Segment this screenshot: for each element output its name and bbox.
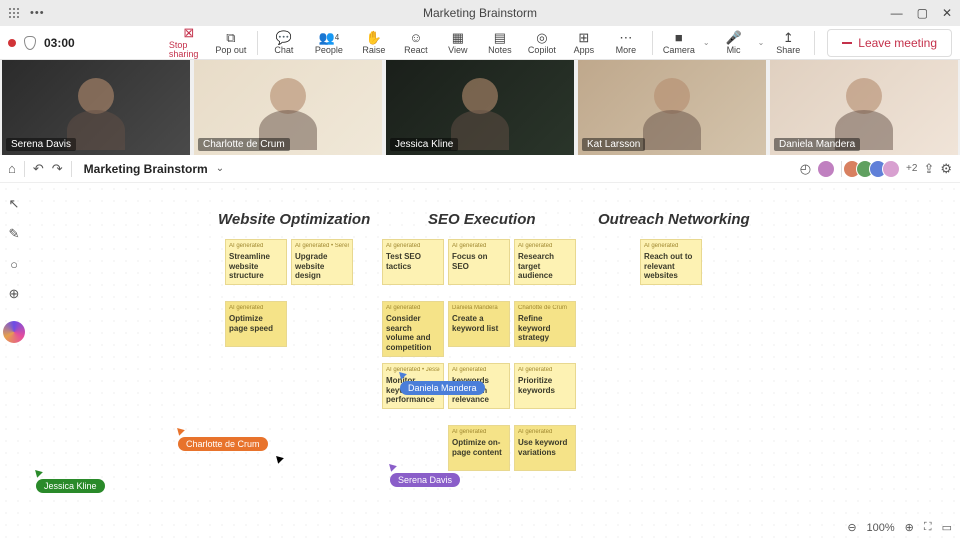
comment-tool[interactable]: ○ [3, 253, 25, 275]
title-chevron-icon[interactable]: ⌄ [216, 163, 224, 174]
sticky-note[interactable]: AI generatedOptimize page speed [225, 301, 287, 347]
avatar[interactable] [882, 160, 900, 178]
avatar-overflow[interactable]: +2 [906, 163, 917, 174]
column-header: Outreach Networking [598, 211, 750, 228]
record-icon [8, 39, 16, 47]
video-tile[interactable]: Jessica Kline [386, 60, 574, 155]
share-whiteboard-icon[interactable]: ⇪ [923, 161, 934, 177]
raise-hand-button[interactable]: ✋Raise [354, 26, 394, 60]
minimize-icon[interactable]: — [891, 6, 903, 20]
sticky-note[interactable]: AI generatedUse keyword variations [514, 425, 576, 471]
video-tile[interactable]: Daniela Mandera [770, 60, 958, 155]
apps-button[interactable]: ⊞Apps [564, 26, 604, 60]
undo-icon[interactable]: ↶ [33, 161, 44, 177]
sticky-note[interactable]: Daniela ManderaCreate a keyword list [448, 301, 510, 347]
notes-button[interactable]: ▤Notes [480, 26, 520, 60]
close-icon[interactable]: ✕ [942, 6, 952, 20]
pointer-tool[interactable]: ↖ [3, 193, 25, 215]
timer-icon[interactable]: ◴ [800, 161, 811, 177]
column-header: Website Optimization [218, 211, 370, 228]
copilot-button[interactable]: ◎Copilot [522, 26, 562, 60]
more-button[interactable]: ⋯More [606, 26, 646, 60]
window-title: Marketing Brainstorm [423, 6, 537, 20]
camera-button[interactable]: ■Camera [659, 26, 699, 60]
collaborator-cursor: Serena Davis [390, 463, 460, 487]
share-button[interactable]: ↥Share [768, 26, 808, 60]
fullscreen-icon[interactable]: ▭ [942, 521, 952, 534]
mic-chevron-icon[interactable]: ⌄ [756, 38, 767, 47]
video-tile[interactable]: Charlotte de Crum [194, 60, 382, 155]
sticky-note[interactable]: AI generatedResearch target audience [514, 239, 576, 285]
sticky-note[interactable]: AI generatedConsider search volume and c… [382, 301, 444, 357]
participant-name: Serena Davis [6, 138, 76, 151]
leave-meeting-button[interactable]: Leave meeting [827, 29, 952, 57]
pop-out-button[interactable]: ⧉Pop out [211, 26, 251, 60]
react-button[interactable]: ☺React [396, 26, 436, 60]
add-tool[interactable]: ⊕ [3, 283, 25, 305]
video-tile[interactable]: Serena Davis [2, 60, 190, 155]
sticky-note[interactable]: AI generatedFocus on SEO [448, 239, 510, 285]
view-button[interactable]: ▦View [438, 26, 478, 60]
column-header: SEO Execution [428, 211, 536, 228]
collaborator-cursor: Jessica Kline [36, 469, 105, 493]
settings-icon[interactable]: ⚙ [940, 161, 952, 177]
home-icon[interactable]: ⌂ [8, 161, 16, 176]
app-grid-icon[interactable] [8, 7, 20, 19]
whiteboard-title: Marketing Brainstorm [84, 162, 208, 176]
redo-icon[interactable]: ↷ [52, 161, 63, 177]
collaborator-cursor: Charlotte de Crum [178, 427, 268, 451]
maximize-icon[interactable]: ▢ [917, 6, 928, 20]
collaborator-cursor: Daniela Mandera [400, 371, 485, 395]
stop-sharing-button[interactable]: ⊠Stop sharing [169, 26, 209, 60]
avatar[interactable] [817, 160, 835, 178]
sticky-note[interactable]: AI generatedReach out to relevant websit… [640, 239, 702, 285]
zoom-in-icon[interactable]: ⊕ [905, 521, 914, 534]
mic-button[interactable]: 🎤Mic [714, 26, 754, 60]
participant-name: Daniela Mandera [774, 138, 860, 151]
sticky-note[interactable]: AI generatedPrioritize keywords [514, 363, 576, 409]
pen-tool[interactable]: ✎ [3, 223, 25, 245]
sticky-note[interactable]: Charlotte de CrumRefine keyword strategy [514, 301, 576, 347]
participant-name: Kat Larsson [582, 138, 645, 151]
people-button[interactable]: 👥4People [306, 26, 352, 60]
sticky-note[interactable]: AI generatedStreamline website structure [225, 239, 287, 285]
camera-chevron-icon[interactable]: ⌄ [701, 38, 712, 47]
chat-button[interactable]: 💬Chat [264, 26, 304, 60]
copilot-tool[interactable] [3, 321, 25, 343]
meeting-timer: 03:00 [44, 36, 75, 50]
participant-name: Jessica Kline [390, 138, 458, 151]
video-tile[interactable]: Kat Larsson [578, 60, 766, 155]
shield-icon[interactable] [24, 36, 36, 50]
more-icon[interactable]: ••• [30, 7, 45, 19]
participant-name: Charlotte de Crum [198, 138, 290, 151]
zoom-level: 100% [867, 522, 895, 534]
collaborator-cursor [277, 455, 284, 463]
zoom-out-icon[interactable]: ⊖ [847, 521, 856, 534]
sticky-note[interactable]: AI generatedTest SEO tactics [382, 239, 444, 285]
sticky-note[interactable]: AI generated • Serena DavisUpgrade websi… [291, 239, 353, 285]
fit-icon[interactable]: ⛶ [924, 521, 932, 534]
